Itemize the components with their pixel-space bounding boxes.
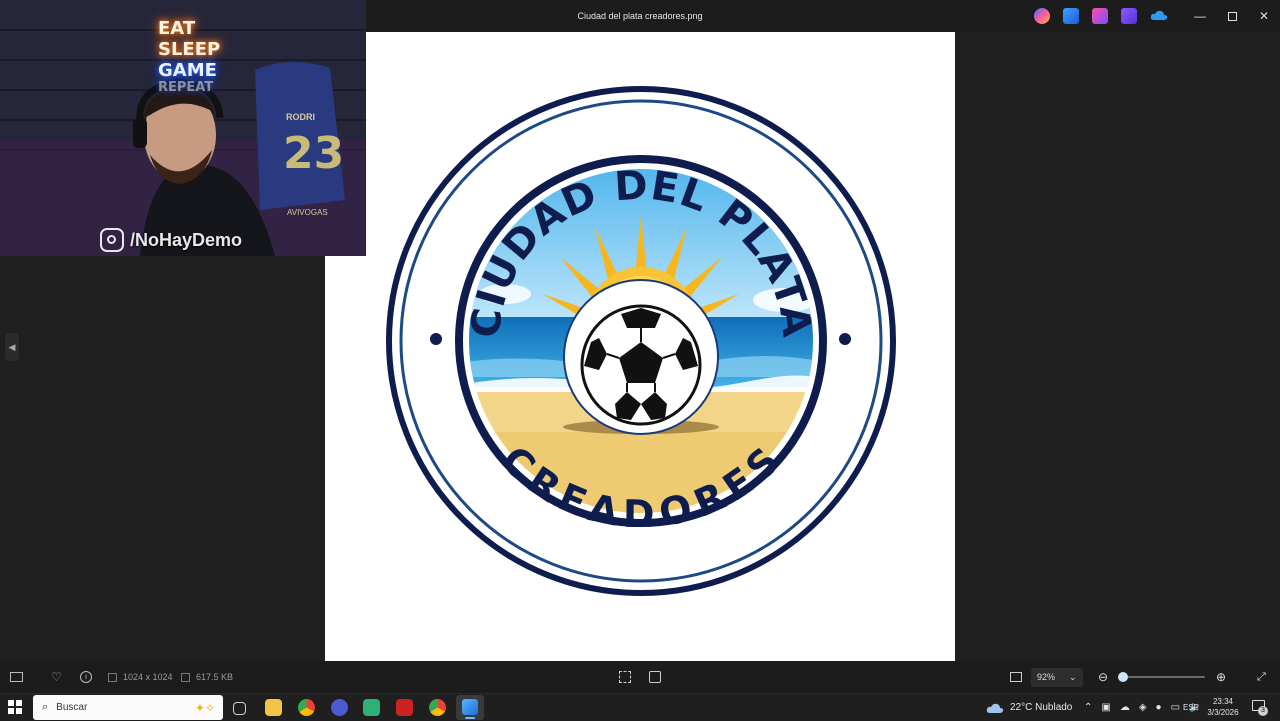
- image-canvas: CIUDAD DEL PLATA CREADORES: [325, 32, 955, 661]
- zoom-value: 92%: [1037, 671, 1056, 682]
- notification-button[interactable]: 3: [1252, 699, 1268, 716]
- file-size-text: 617.5 KB: [196, 672, 234, 682]
- neon-line: GAME: [158, 60, 217, 81]
- windows-icon: [8, 700, 22, 714]
- jersey-name: RODRI: [286, 112, 315, 122]
- clock-date: 3/3/2026: [1207, 708, 1239, 717]
- chevron-up-icon[interactable]: ⌃: [1084, 702, 1092, 713]
- onedrive-icon[interactable]: [1150, 8, 1168, 24]
- crop-icon: [619, 671, 631, 683]
- taskbar: ⌕ Buscar ✦✧ 22°C Nublado ⌃ ▣ ☁ ◈ ● ▭ 🔈 E…: [0, 693, 1280, 721]
- maximize-button[interactable]: [1216, 0, 1248, 32]
- security-icon[interactable]: ◈: [1139, 702, 1147, 713]
- taskbar-search[interactable]: ⌕ Buscar ✦✧: [33, 695, 223, 720]
- chevron-down-icon: ⌄: [1069, 671, 1077, 682]
- chrome-icon[interactable]: [298, 699, 315, 716]
- zoom-in-button[interactable]: ⊕: [1216, 661, 1226, 693]
- right-dot: [839, 333, 851, 345]
- weather-text: 22°C Nublado: [1010, 702, 1073, 713]
- status-bar: ♡ i 1024 x 1024 617.5 KB 92% ⌄ ⊖ ⊕ ⤢: [0, 661, 1280, 693]
- copilot-icon[interactable]: [1034, 8, 1050, 24]
- clipchamp-icon[interactable]: [1121, 8, 1137, 24]
- clock[interactable]: 23:34 3/3/2026: [1202, 696, 1244, 718]
- neon-sign: EAT SLEEP GAME REPEAT: [158, 18, 220, 95]
- image-dimensions: 1024 x 1024: [108, 661, 173, 693]
- restore-icon: [1227, 11, 1237, 21]
- soccer-ball-icon: [580, 304, 702, 426]
- zoom-slider[interactable]: [1118, 661, 1205, 693]
- handle-text: /NoHayDemo: [130, 229, 243, 250]
- close-button[interactable]: ✕: [1248, 0, 1280, 32]
- zoom-dropdown[interactable]: 92% ⌄: [1031, 661, 1087, 693]
- fit-icon: [1010, 672, 1022, 682]
- weather-widget[interactable]: 22°C Nublado: [986, 694, 1072, 721]
- dimensions-text: 1024 x 1024: [123, 672, 173, 682]
- window-title: Ciudad del plata creadores.png: [577, 11, 703, 21]
- heart-icon: ♡: [51, 670, 62, 684]
- minimize-button[interactable]: —: [1184, 0, 1216, 32]
- logo-image: CIUDAD DEL PLATA CREADORES: [386, 86, 896, 596]
- microphone-icon[interactable]: ●: [1156, 702, 1162, 713]
- file-size: 617.5 KB: [181, 661, 233, 693]
- zoom-out-button[interactable]: ⊖: [1098, 661, 1108, 693]
- language-indicator[interactable]: ESP: [1183, 694, 1199, 721]
- expand-icon: ⤢: [1257, 670, 1266, 683]
- photos-app-active[interactable]: [456, 695, 484, 720]
- image-editor-icon[interactable]: [1063, 8, 1079, 24]
- tray-app-icon[interactable]: ▣: [1101, 702, 1110, 713]
- clock-time: 23:34: [1212, 697, 1234, 706]
- filmstrip-icon: [10, 672, 23, 682]
- chrome-profile-icon[interactable]: [429, 699, 446, 716]
- designer-icon[interactable]: [1092, 8, 1108, 24]
- notification-badge: 3: [1258, 706, 1268, 716]
- active-indicator: [465, 717, 475, 719]
- neon-line: REPEAT: [158, 80, 214, 95]
- language-text: ESP: [1183, 703, 1200, 712]
- crop-button[interactable]: [619, 661, 631, 693]
- jersey-brand: AVIVOGAS: [287, 208, 328, 217]
- jersey-number: 23: [283, 128, 345, 179]
- sparkle-icon: ✦✧: [194, 700, 215, 715]
- title-app-icons: [1034, 8, 1168, 24]
- neon-line: SLEEP: [158, 39, 221, 60]
- cloud-icon: [986, 703, 1004, 713]
- zoom-out-icon: ⊖: [1098, 670, 1109, 684]
- file-explorer-icon[interactable]: [265, 699, 282, 716]
- task-view-icon[interactable]: [233, 702, 246, 715]
- app-icon-green[interactable]: [363, 699, 380, 716]
- zoom-slider-thumb[interactable]: [1118, 672, 1129, 682]
- left-dot: [430, 333, 442, 345]
- fullscreen-button[interactable]: ⤢: [1257, 661, 1266, 693]
- onedrive-tray-icon[interactable]: ☁: [1120, 702, 1130, 713]
- messenger-icon[interactable]: [331, 699, 348, 716]
- start-button[interactable]: [8, 700, 24, 716]
- instagram-icon: [100, 228, 124, 252]
- previous-image-button[interactable]: ◀: [5, 333, 19, 361]
- favorite-button[interactable]: ♡: [51, 661, 62, 693]
- app-icon-red[interactable]: [396, 699, 413, 716]
- network-icon[interactable]: ▭: [1171, 702, 1180, 713]
- select-text-button[interactable]: [649, 661, 661, 693]
- file-info-button[interactable]: i: [80, 661, 92, 693]
- webcam-overlay: EAT SLEEP GAME REPEAT RODRI 23 AVIVOGAS …: [0, 0, 366, 256]
- dimensions-icon: [108, 672, 117, 682]
- zoom-in-icon: ⊕: [1216, 670, 1227, 684]
- info-icon: i: [80, 671, 92, 683]
- filmstrip-button[interactable]: [10, 661, 23, 693]
- scan-icon: [649, 671, 661, 683]
- instagram-handle: /NoHayDemo: [100, 228, 242, 252]
- file-size-icon: [181, 672, 190, 682]
- neon-line: EAT: [158, 18, 196, 39]
- fit-to-window-button[interactable]: [1010, 661, 1022, 693]
- photos-icon: [462, 699, 478, 715]
- search-icon: ⌕: [42, 701, 49, 713]
- search-placeholder: Buscar: [56, 702, 88, 713]
